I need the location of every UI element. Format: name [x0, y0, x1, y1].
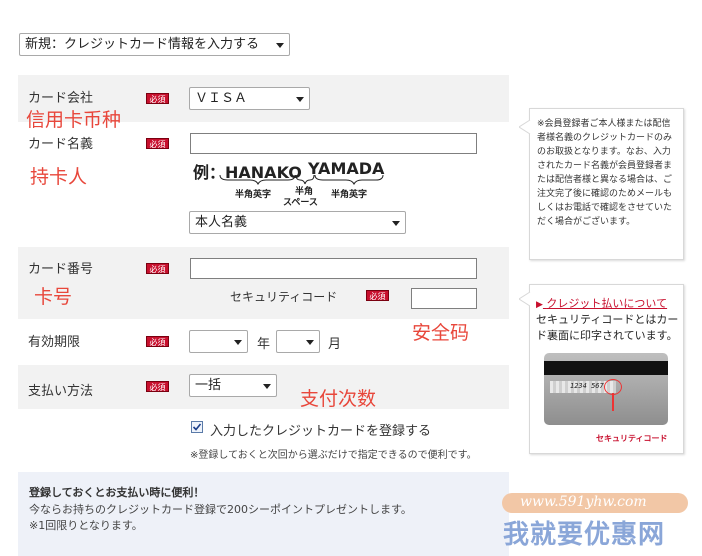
card-caption: セキュリティコード: [596, 434, 668, 443]
watermark-text: 我就要优惠网: [503, 520, 666, 550]
security-code-input[interactable]: [411, 288, 477, 309]
number-label: カード番号: [28, 262, 94, 277]
card-brand-select[interactable]: ＶＩＳＡ: [189, 87, 310, 110]
register-checkbox[interactable]: [191, 421, 203, 433]
card-mode-select-value: 新規：クレジットカード情報を入力する: [25, 37, 260, 52]
chevron-down-icon: [276, 43, 284, 48]
chevron-down-icon: [296, 97, 304, 102]
brand-label: カード会社: [28, 91, 94, 106]
expiry-month-select[interactable]: [276, 330, 320, 353]
required-badge: 必須: [146, 381, 169, 392]
name-policy-text: ※会員登録者ご本人様または配信者様名義のクレジットカードのみのお取扱となります。…: [537, 119, 673, 227]
card-back-graphic: 1234 567: [544, 353, 668, 425]
callout-pointer: [519, 120, 531, 134]
watermark-url: www.591yhw.com: [520, 494, 647, 510]
card-number-input[interactable]: [190, 258, 477, 279]
holder-label: カード名義: [28, 137, 94, 152]
sub-space-2: スペース: [283, 198, 318, 208]
required-badge: 必須: [146, 138, 169, 149]
register-note: ※登録しておくと次回から選ぶだけで指定できるので便利です。: [190, 450, 477, 461]
name-policy-note: ※会員登録者ご本人様または配信者様名義のクレジットカードのみのお取扱となります。…: [529, 108, 684, 260]
holder-annotation: 持卡人: [30, 166, 88, 188]
sub-first: 半角英字: [235, 190, 272, 200]
callout-pointer: [519, 292, 531, 306]
highlight-line: [612, 393, 614, 411]
security-annotation: 安全码: [412, 322, 470, 344]
promo-title: 登録しておくとお支払い時に便利！: [29, 486, 205, 499]
payment-method-value: 一括: [195, 378, 222, 393]
year-unit: 年: [257, 337, 271, 352]
chevron-down-icon: [263, 384, 271, 389]
payment-annotation: 支付次数: [300, 388, 377, 410]
security-help-box: ▶ クレジット払いについて セキュリティコードとはカード裏面に印字されています。…: [529, 284, 684, 454]
promo-line1: 今ならお持ちのクレジットカード登録で200シーポイントプレゼントします。: [29, 503, 412, 516]
magnetic-stripe: [544, 361, 668, 375]
chevron-down-icon: [234, 340, 242, 345]
help-link[interactable]: ▶ クレジット払いについて: [536, 295, 667, 311]
triangle-right-icon: ▶: [536, 300, 543, 310]
payment-method-select[interactable]: 一括: [189, 374, 277, 397]
required-badge: 必須: [366, 290, 389, 301]
brand-annotation: 信用卡币种: [26, 109, 122, 131]
card-mode-select[interactable]: 新規：クレジットカード情報を入力する: [19, 33, 290, 56]
help-link-text[interactable]: クレジット払いについて: [546, 297, 667, 310]
required-badge: 必須: [146, 336, 169, 347]
name-type-select[interactable]: 本人名義: [189, 211, 406, 234]
checkmark-icon: [192, 423, 202, 431]
help-text: セキュリティコードとはカード裏面に印字されています。: [536, 313, 679, 342]
security-code-label: セキュリティコード: [230, 290, 338, 304]
promo-line2: ※1回限りとなります。: [29, 519, 143, 532]
chevron-down-icon: [392, 221, 400, 226]
required-badge: 必須: [146, 93, 169, 104]
expiry-year-select[interactable]: [189, 330, 248, 353]
name-type-value: 本人名義: [195, 215, 248, 230]
promo-box: 登録しておくとお支払い時に便利！ 今ならお持ちのクレジットカード登録で200シー…: [18, 472, 509, 556]
card-holder-input[interactable]: [190, 133, 477, 154]
month-unit: 月: [328, 337, 342, 352]
register-checkbox-label[interactable]: 入力したクレジットカードを登録する: [210, 420, 431, 439]
payment-label: 支払い方法: [28, 384, 94, 399]
card-number-print: 1234 567: [570, 382, 604, 390]
number-annotation: 卡号: [34, 286, 73, 308]
sub-last: 半角英字: [331, 190, 368, 200]
expiry-label: 有効期限: [28, 335, 81, 350]
required-badge: 必須: [146, 263, 169, 274]
chevron-down-icon: [306, 340, 314, 345]
card-brand-value: ＶＩＳＡ: [195, 91, 248, 106]
